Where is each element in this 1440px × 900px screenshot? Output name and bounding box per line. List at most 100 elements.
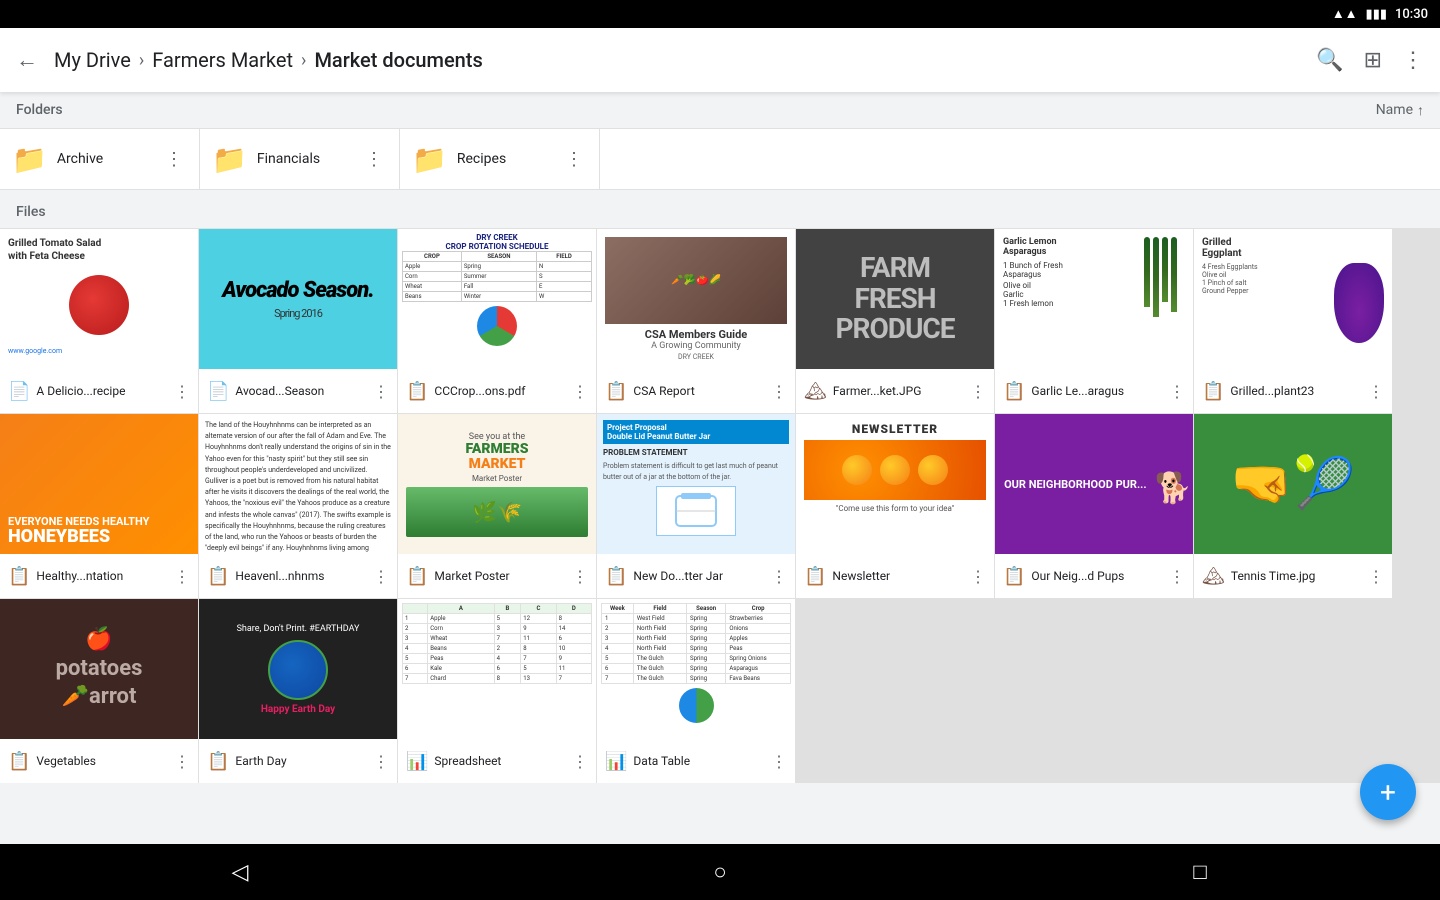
fab-button[interactable]: +	[1360, 764, 1416, 820]
folder-financials[interactable]: 📁 Financials ⋮	[200, 129, 400, 189]
folders-grid: 📁 Archive ⋮ 📁 Financials ⋮ 📁 Recipes ⋮	[0, 128, 1440, 190]
file-card-newsletter[interactable]: NEWSLETTER "Come use this form to your i…	[796, 414, 994, 598]
file-more-vegetables[interactable]: ⋮	[174, 752, 190, 771]
file-more-asparagus[interactable]: ⋮	[1169, 382, 1185, 401]
search-icon[interactable]: 🔍	[1316, 48, 1343, 73]
folder-icon-financials: 📁	[212, 143, 247, 176]
file-icon-datatable: 📊	[605, 751, 627, 772]
file-name-farmfresh: Farmer...ket.JPG	[833, 384, 970, 398]
file-card-honeybees[interactable]: EVERYONE NEEDS HEALTHY HONEYBEES 📋 Healt…	[0, 414, 198, 598]
file-more-datatable[interactable]: ⋮	[771, 752, 787, 771]
folder-more-recipes[interactable]: ⋮	[561, 145, 587, 174]
folder-name-archive: Archive	[57, 151, 161, 167]
sort-button[interactable]: Name ↑	[1376, 102, 1424, 119]
file-card-peanut[interactable]: Project ProposalDouble Lid Peanut Butter…	[597, 414, 795, 598]
file-name-csa: CSA Report	[633, 384, 771, 398]
file-card-market-poster[interactable]: See you at the FARMERS MARKET Market Pos…	[398, 414, 596, 598]
folder-icon-archive: 📁	[12, 143, 47, 176]
file-name-recipe: A Delicio...recipe	[36, 384, 174, 398]
file-name-peanut: New Do...tter Jar	[633, 569, 771, 583]
file-icon-market-poster: 📋	[406, 566, 428, 587]
file-name-avocado: Avocad...Season	[235, 384, 373, 398]
file-card-csa[interactable]: 🥕🥦🍅🌽 CSA Members Guide A Growing Communi…	[597, 229, 795, 413]
file-card-farmfresh[interactable]: FARMFRESHPRODUCE 🏔 Farmer...ket.JPG ⋮	[796, 229, 994, 413]
file-name-neighborhood: Our Neig...d Pups	[1031, 569, 1169, 583]
battery-icon: ▮▮▮	[1366, 7, 1387, 22]
file-icon-earthday: 📋	[207, 751, 229, 772]
folder-recipes[interactable]: 📁 Recipes ⋮	[400, 129, 600, 189]
file-more-eggplant[interactable]: ⋮	[1368, 382, 1384, 401]
files-section: Files Grilled Tomato Saladwith Feta Chee…	[0, 190, 1440, 783]
file-more-neighborhood[interactable]: ⋮	[1169, 567, 1185, 586]
file-icon-spreadsheet: 📊	[406, 751, 428, 772]
file-name-vegetables: Vegetables	[36, 754, 174, 768]
more-options-icon[interactable]: ⋮	[1402, 48, 1424, 73]
breadcrumb-sep-1: ›	[139, 50, 144, 71]
file-name-earthday: Earth Day	[235, 754, 373, 768]
folder-icon-recipes: 📁	[412, 143, 447, 176]
breadcrumb: My Drive › Farmers Market › Market docum…	[54, 48, 1316, 72]
file-more-honeybees[interactable]: ⋮	[174, 567, 190, 586]
file-more-recipe[interactable]: ⋮	[174, 382, 190, 401]
grid-view-icon[interactable]: ⊞	[1364, 48, 1382, 73]
file-card-asparagus[interactable]: Garlic LemonAsparagus 1 Bunch of FreshAs…	[995, 229, 1193, 413]
folders-section: Folders Name ↑ 📁 Archive ⋮ 📁 Financials …	[0, 92, 1440, 190]
nav-recent-button[interactable]: □	[1170, 852, 1230, 892]
breadcrumb-market-documents[interactable]: Market documents	[314, 48, 482, 72]
file-card-neighborhood[interactable]: OUR NEIGHBORHOOD PUR... 🐕 📋 Our Neig...d…	[995, 414, 1193, 598]
file-more-avocado[interactable]: ⋮	[373, 382, 389, 401]
breadcrumb-farmers-market[interactable]: Farmers Market	[152, 48, 293, 72]
folder-more-financials[interactable]: ⋮	[361, 145, 387, 174]
file-icon-eggplant: 📋	[1202, 381, 1224, 402]
file-thumb-neighborhood: OUR NEIGHBORHOOD PUR... 🐕	[995, 414, 1193, 554]
file-card-cccrop[interactable]: DRY CREEKCROP ROTATION SCHEDULE CROPSEAS…	[398, 229, 596, 413]
file-thumb-vegetables: 🍎potatoes🥕arrot	[0, 599, 198, 739]
files-grid: Grilled Tomato Saladwith Feta Cheese www…	[0, 228, 1440, 783]
file-thumb-asparagus: Garlic LemonAsparagus 1 Bunch of FreshAs…	[995, 229, 1193, 369]
breadcrumb-sep-2: ›	[301, 50, 306, 71]
back-button[interactable]: ←	[16, 47, 38, 73]
file-more-tennis[interactable]: ⋮	[1368, 567, 1384, 586]
file-more-earthday[interactable]: ⋮	[373, 752, 389, 771]
file-more-market-poster[interactable]: ⋮	[572, 567, 588, 586]
file-more-cccrop[interactable]: ⋮	[572, 382, 588, 401]
file-card-recipe[interactable]: Grilled Tomato Saladwith Feta Cheese www…	[0, 229, 198, 413]
file-thumb-spreadsheet: ABCD 1Apple5128 2Corn3914 3Wheat7116 4Be…	[398, 599, 596, 739]
folder-archive[interactable]: 📁 Archive ⋮	[0, 129, 200, 189]
file-more-heavenl[interactable]: ⋮	[373, 567, 389, 586]
sort-section: Folders Name ↑	[0, 92, 1440, 128]
file-more-farmfresh[interactable]: ⋮	[970, 382, 986, 401]
file-thumb-heavenl: The land of the Houyhnhnms can be interp…	[199, 414, 397, 554]
file-card-avocado[interactable]: Avocado Season. Spring 2016 📄 Avocad...S…	[199, 229, 397, 413]
file-card-tennis[interactable]: 🤜🎾 🏔 Tennis Time.jpg ⋮	[1194, 414, 1392, 598]
file-thumb-eggplant: GrilledEggplant 4 Fresh Eggplants Olive …	[1194, 229, 1392, 369]
folders-label: Folders	[16, 102, 63, 118]
file-more-csa[interactable]: ⋮	[771, 382, 787, 401]
file-card-eggplant[interactable]: GrilledEggplant 4 Fresh Eggplants Olive …	[1194, 229, 1392, 413]
file-thumb-csa: 🥕🥦🍅🌽 CSA Members Guide A Growing Communi…	[597, 229, 795, 369]
sort-label-text: Name	[1376, 102, 1413, 118]
file-thumb-newsletter: NEWSLETTER "Come use this form to your i…	[796, 414, 994, 554]
status-bar: ▲▲ ▮▮▮ 10:30	[0, 0, 1440, 28]
nav-back-button[interactable]: ◁	[210, 852, 270, 892]
breadcrumb-my-drive[interactable]: My Drive	[54, 48, 131, 72]
file-name-newsletter: Newsletter	[832, 569, 970, 583]
file-card-heavenl[interactable]: The land of the Houyhnhnms can be interp…	[199, 414, 397, 598]
file-more-newsletter[interactable]: ⋮	[970, 567, 986, 586]
file-thumb-earthday: Share, Don't Print. #EARTHDAY Happy Eart…	[199, 599, 397, 739]
file-icon-peanut: 📋	[605, 566, 627, 587]
file-more-spreadsheet[interactable]: ⋮	[572, 752, 588, 771]
nav-home-button[interactable]: ○	[690, 852, 750, 892]
file-card-datatable[interactable]: WeekFieldSeasonCrop 1West FieldSpringStr…	[597, 599, 795, 783]
file-icon-recipe: 📄	[8, 381, 30, 402]
file-card-spreadsheet[interactable]: ABCD 1Apple5128 2Corn3914 3Wheat7116 4Be…	[398, 599, 596, 783]
file-name-eggplant: Grilled...plant23	[1230, 384, 1368, 398]
file-card-earthday[interactable]: Share, Don't Print. #EARTHDAY Happy Eart…	[199, 599, 397, 783]
file-thumb-tennis: 🤜🎾	[1194, 414, 1392, 554]
file-thumb-peanut: Project ProposalDouble Lid Peanut Butter…	[597, 414, 795, 554]
file-more-peanut[interactable]: ⋮	[771, 567, 787, 586]
files-label: Files	[16, 204, 46, 220]
file-card-vegetables[interactable]: 🍎potatoes🥕arrot 📋 Vegetables ⋮	[0, 599, 198, 783]
folder-name-financials: Financials	[257, 151, 361, 167]
folder-more-archive[interactable]: ⋮	[161, 145, 187, 174]
